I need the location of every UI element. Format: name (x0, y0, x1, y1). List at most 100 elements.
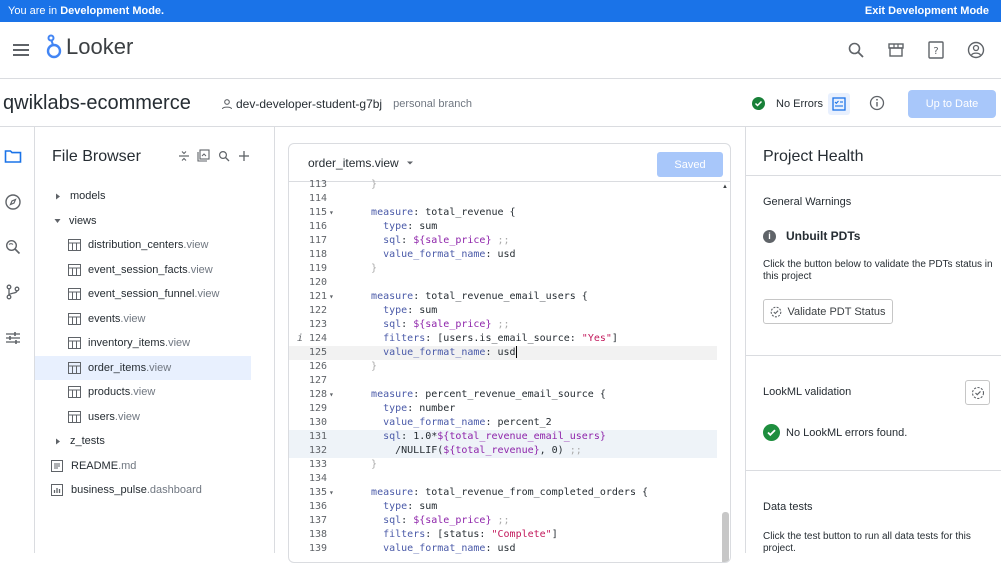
marketplace-icon[interactable] (885, 39, 907, 61)
code-line[interactable]: 139 value_format_name: usd (289, 542, 717, 556)
chevron-right-icon[interactable] (54, 192, 62, 200)
project-health-toggle-icon[interactable] (828, 93, 850, 115)
file-item[interactable]: event_session_facts .view (35, 258, 251, 282)
looker-logo[interactable]: Looker (46, 34, 133, 60)
file-item[interactable]: README .md (35, 454, 251, 478)
code-line[interactable]: 135 ▾ measure: total_revenue_from_complet… (289, 486, 717, 500)
file-item[interactable]: business_pulse .dashboard (35, 478, 251, 502)
file-item[interactable]: inventory_items .view (35, 331, 251, 355)
file-item[interactable]: events .view (35, 307, 251, 331)
branch-selector[interactable]: dev-developer-student-g7bj personal bran… (221, 97, 472, 111)
line-number: 134 (308, 473, 327, 484)
fold-arrow-icon[interactable]: ▾ (329, 486, 334, 500)
file-tab[interactable]: order_items.view (308, 156, 414, 170)
code-line[interactable]: 121 ▾ measure: total_revenue_email_users … (289, 290, 717, 304)
line-number: 137 (308, 515, 327, 526)
account-icon[interactable] (965, 39, 987, 61)
view-file-icon (68, 239, 81, 251)
file-item-name: users (88, 410, 115, 423)
info-icon[interactable] (869, 95, 885, 116)
folder-item[interactable]: z_tests (35, 429, 251, 453)
folder-item[interactable]: models (35, 184, 251, 208)
code-line[interactable]: 125 value_format_name: usd (289, 346, 717, 360)
search-icon[interactable] (845, 39, 867, 61)
code-line[interactable]: 133 } (289, 458, 717, 472)
scrollbar-thumb[interactable] (722, 512, 729, 562)
validate-pdt-label: Validate PDT Status (787, 305, 886, 318)
code-line[interactable]: 117 sql: ${sale_price} ;; (289, 234, 717, 248)
settings-sliders-icon[interactable] (4, 329, 22, 347)
menu-icon[interactable] (12, 41, 30, 59)
fold-arrow-icon[interactable]: ▾ (329, 290, 334, 304)
code-line[interactable]: 131 sql: 1.0*${total_revenue_email_users… (289, 430, 717, 444)
chevron-right-icon[interactable] (54, 437, 62, 445)
compass-icon[interactable] (4, 193, 22, 211)
code-text: measure: total_revenue_email_users { (371, 291, 588, 302)
editor-scrollbar[interactable]: ▲ (720, 182, 730, 562)
code-line[interactable]: 120 (289, 276, 717, 290)
code-line[interactable]: 115 ▾ measure: total_revenue { (289, 206, 717, 220)
code-line[interactable]: 119 } (289, 262, 717, 276)
chevron-down-icon[interactable] (53, 217, 61, 225)
code-line[interactable]: 130 value_format_name: percent_2 (289, 416, 717, 430)
find-replace-icon[interactable] (4, 238, 22, 256)
file-item-name: event_session_facts (88, 263, 188, 276)
code-line[interactable]: 138 filters: [status: "Complete"] (289, 528, 717, 542)
up-to-date-button[interactable]: Up to Date (908, 90, 996, 118)
fold-arrow-icon[interactable]: ▾ (329, 388, 334, 402)
view-file-icon (68, 386, 81, 398)
folder-item[interactable]: views (35, 209, 251, 233)
code-line[interactable]: i 124 filters: [users.is_email_source: "Y… (289, 332, 717, 346)
general-warnings-heading: General Warnings (763, 196, 852, 208)
unbuilt-pdts-heading: i Unbuilt PDTs (763, 229, 860, 243)
validate-pdt-button[interactable]: Validate PDT Status (763, 299, 893, 324)
code-area[interactable]: 113 } 114 115 ▾ measure: total_revenue {116… (289, 179, 730, 562)
data-tests-description: Click the test button to run all data te… (763, 531, 971, 554)
fold-arrow-icon[interactable]: ▾ (329, 206, 334, 220)
code-line[interactable]: 126 } (289, 360, 717, 374)
scroll-up-icon[interactable]: ▲ (722, 184, 728, 190)
code-line[interactable]: 129 type: number (289, 402, 717, 416)
code-line[interactable]: 127 (289, 374, 717, 388)
file-item[interactable]: event_session_funnel .view (35, 282, 251, 306)
file-item[interactable]: order_items .view (35, 355, 251, 380)
file-item[interactable]: products .view (35, 380, 251, 404)
collapse-icon[interactable] (177, 149, 190, 162)
file-item[interactable]: users .view (35, 405, 251, 429)
exit-dev-mode-link[interactable]: Exit Development Mode (865, 5, 989, 17)
git-branch-icon[interactable] (4, 283, 22, 301)
code-text: filters: [status: "Complete"] (383, 529, 558, 540)
line-number: 135 (308, 487, 327, 498)
add-file-icon[interactable] (237, 149, 250, 162)
check-circle-icon (752, 97, 765, 110)
code-line[interactable]: 137 sql: ${sale_price} ;; (289, 514, 717, 528)
view-file-icon (68, 410, 81, 423)
code-editor: order_items.view Saved 113 } 114 115 ▾ meas… (288, 143, 731, 563)
code-line[interactable]: 136 type: sum (289, 500, 717, 514)
add-folder-icon[interactable] (197, 149, 210, 162)
code-line[interactable]: 123 sql: ${sale_price} ;; (289, 318, 717, 332)
file-item-name: distribution_centers (88, 239, 184, 251)
save-button[interactable]: Saved (657, 152, 723, 177)
code-line[interactable]: 128 ▾ measure: percent_revenue_email_sour… (289, 388, 717, 402)
code-line[interactable]: 116 type: sum (289, 220, 717, 234)
folder-icon[interactable] (4, 147, 22, 165)
code-text: filters: [users.is_email_source: "Yes"] (383, 333, 618, 344)
code-text: value_format_name: usd (383, 249, 516, 260)
code-text: type: sum (383, 305, 438, 316)
help-icon[interactable]: ? (925, 39, 947, 61)
code-line[interactable]: 113 } (289, 178, 717, 192)
file-item[interactable]: distribution_centers .view (35, 233, 251, 257)
code-line[interactable]: 114 (289, 192, 717, 206)
code-line[interactable]: 118 value_format_name: usd (289, 248, 717, 262)
line-number: 121 (308, 291, 327, 302)
code-line[interactable]: 122 type: sum (289, 304, 717, 318)
code-line[interactable]: 132 /NULLIF(${total_revenue}, 0) ;; (289, 444, 717, 458)
code-text: measure: total_revenue_from_completed_or… (371, 487, 649, 498)
code-line[interactable]: 134 (289, 472, 717, 486)
unbuilt-pdts-label: Unbuilt PDTs (786, 229, 861, 243)
search-files-icon[interactable] (217, 149, 230, 162)
code-text: sql: ${sale_price} ;; (383, 515, 510, 526)
status-text: No Errors (776, 97, 824, 110)
lookml-validate-icon[interactable] (965, 380, 990, 405)
